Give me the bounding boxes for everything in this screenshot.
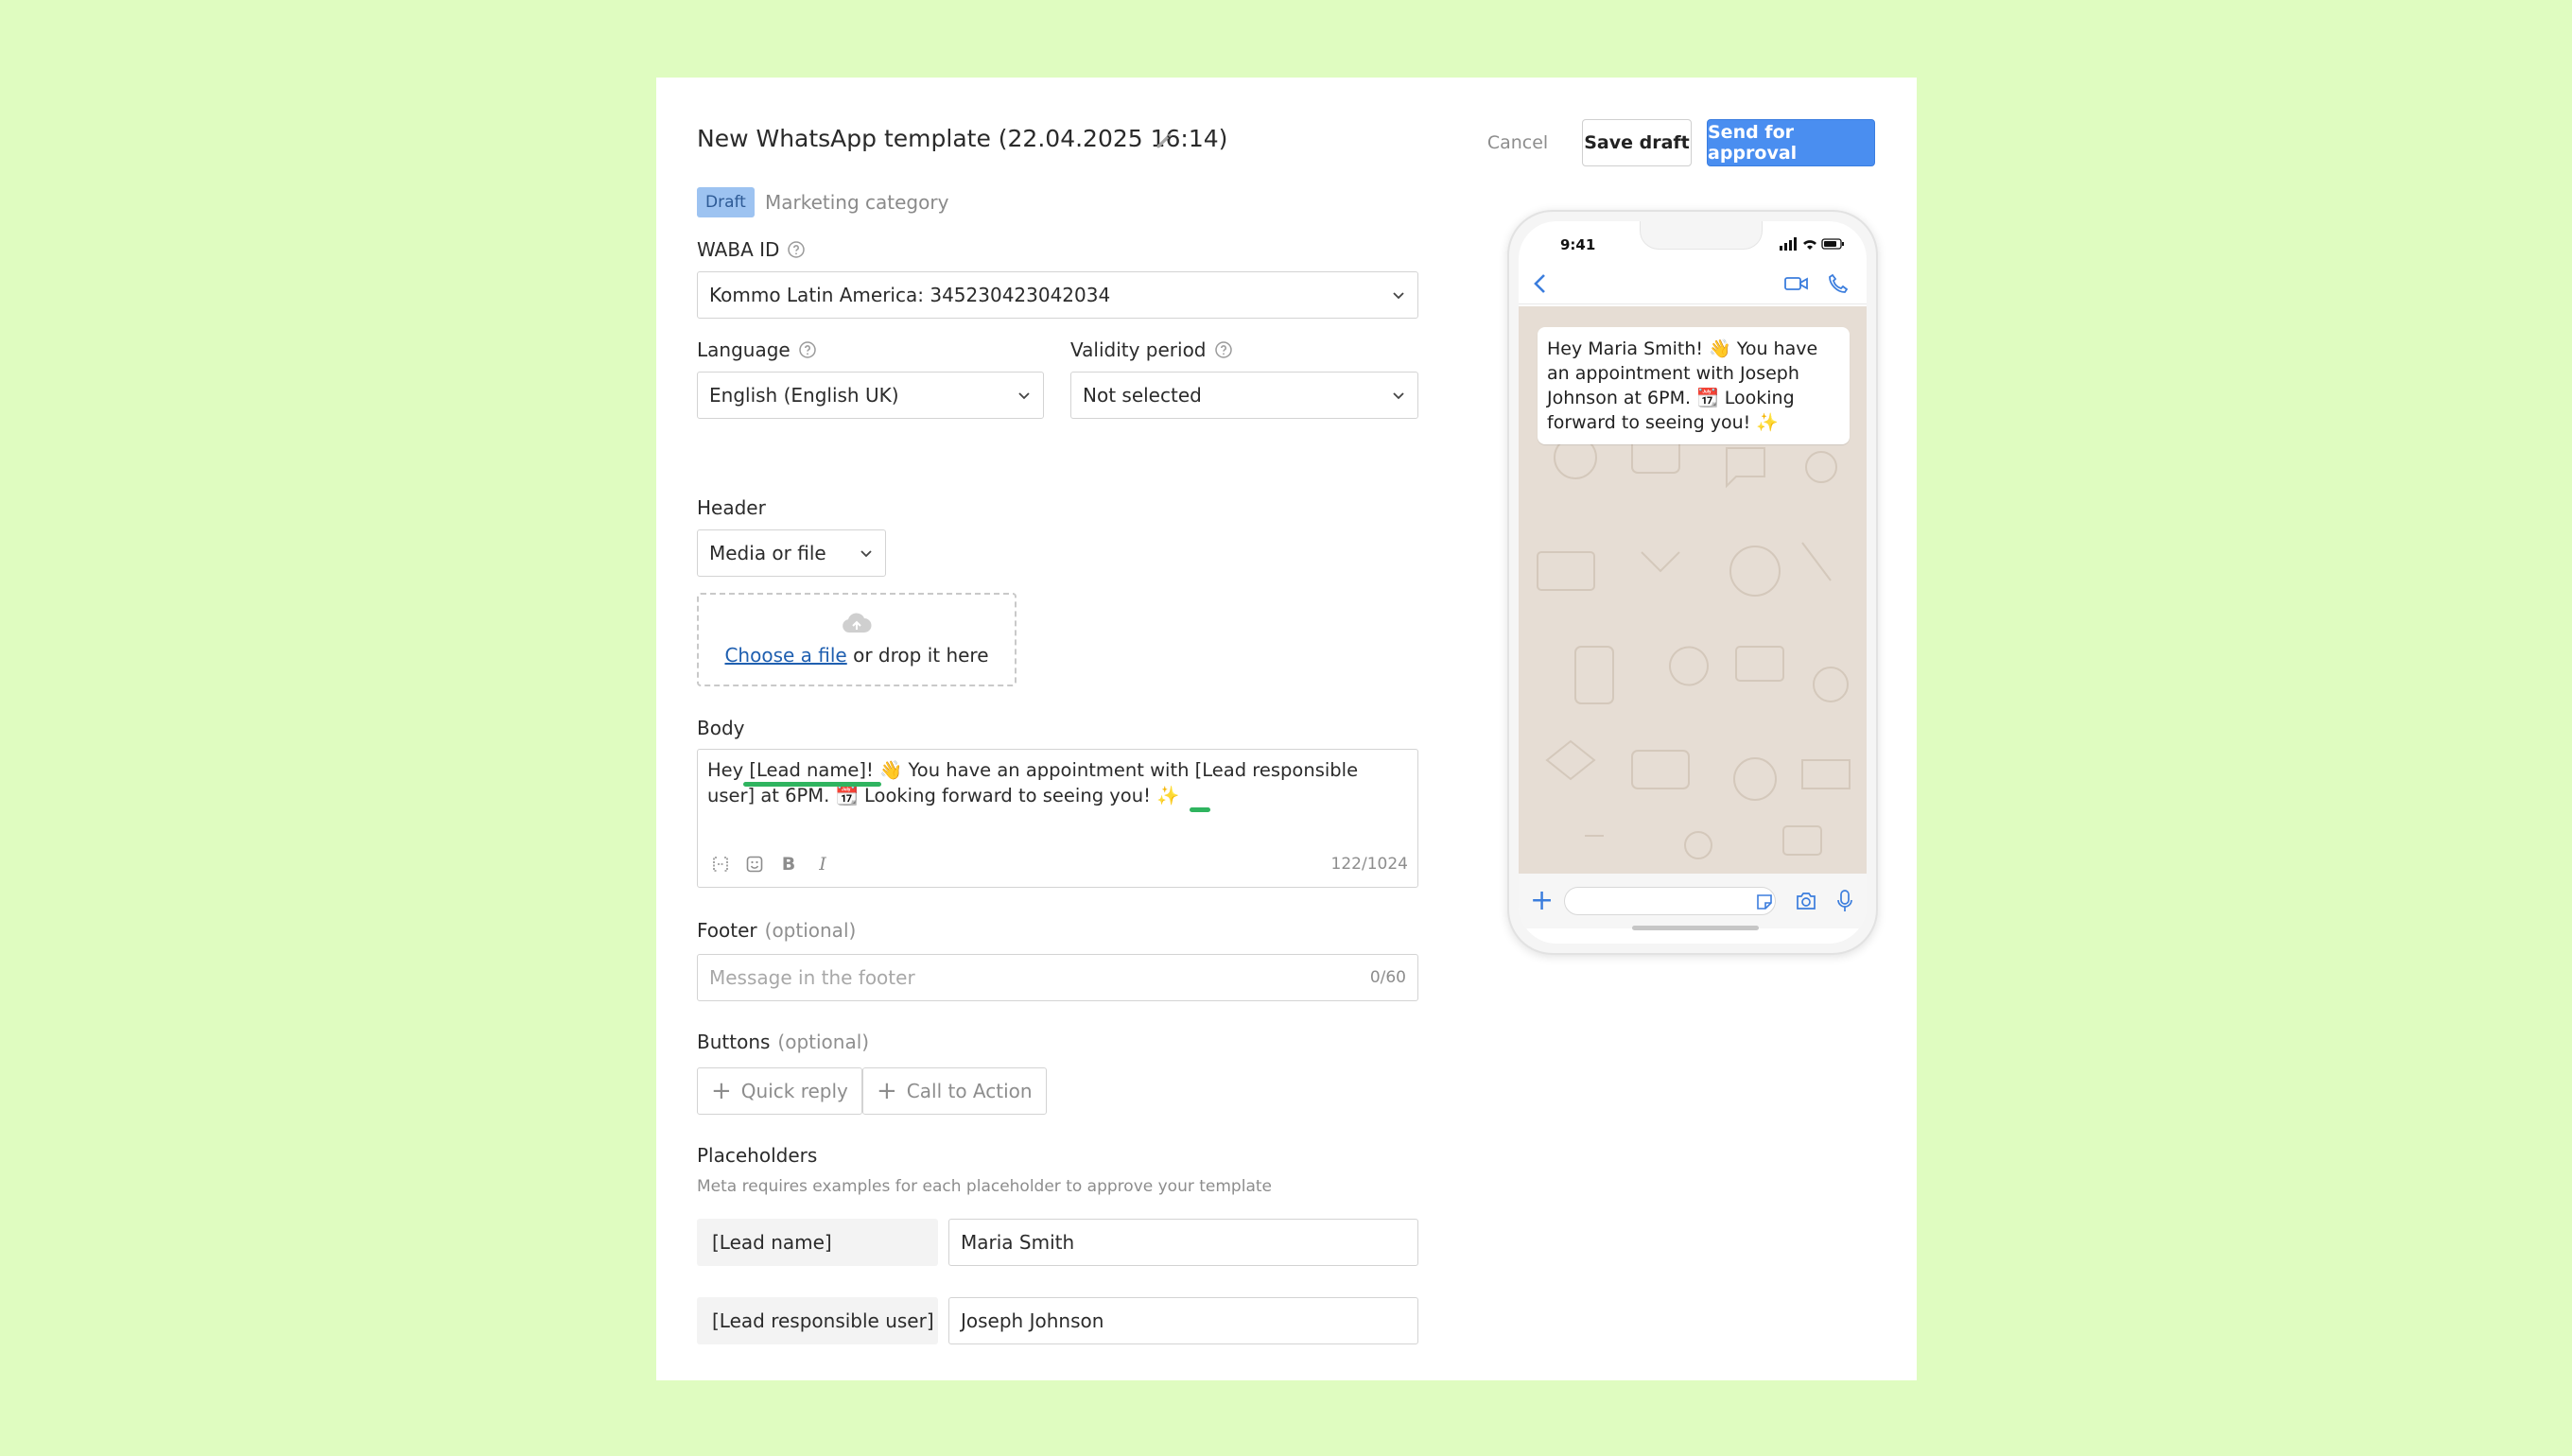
body-text-segment: ! 👋 You have an appointment with: [865, 759, 1195, 781]
message-bubble: Hey Maria Smith! 👋 You have an appointme…: [1538, 327, 1850, 444]
body-text-segment: at 6PM. 📆 Looking forward to seeing you!…: [755, 785, 1180, 806]
header-label: Header: [697, 496, 766, 519]
optional-tag: (optional): [777, 1031, 870, 1053]
waba-id-label: WABA ID: [697, 238, 806, 261]
waba-id-label-text: WABA ID: [697, 238, 780, 261]
template-editor-card: New WhatsApp template (22.04.2025 16:14)…: [656, 78, 1917, 1380]
quick-reply-button[interactable]: + Quick reply: [697, 1067, 862, 1115]
dropzone-text: Choose a file or drop it here: [699, 644, 1015, 667]
header-type-select[interactable]: Media or file: [697, 529, 886, 577]
help-icon[interactable]: [1214, 340, 1233, 359]
plus-icon: +: [877, 1077, 897, 1105]
validity-label-text: Validity period: [1070, 338, 1207, 361]
save-draft-button[interactable]: Save draft: [1582, 119, 1692, 166]
call-to-action-button[interactable]: + Call to Action: [862, 1067, 1047, 1115]
back-arrow-icon[interactable]: [1532, 272, 1549, 295]
footer-char-counter: 0/60: [1369, 968, 1406, 987]
bold-button[interactable]: B: [777, 853, 800, 875]
chevron-down-icon: [1393, 392, 1404, 400]
body-text-segment: Hey: [707, 759, 750, 781]
optional-tag: (optional): [764, 919, 857, 942]
status-time: 9:41: [1560, 236, 1596, 253]
phone-screen: 9:41 Hey Maria Smith! 👋 You have an appo…: [1519, 221, 1867, 944]
placeholder-key-lead-name: [Lead name]: [697, 1219, 938, 1266]
footer-label-text: Footer: [697, 919, 757, 942]
language-value: English (English UK): [709, 384, 899, 407]
chat-header: [1519, 263, 1867, 304]
microphone-icon[interactable]: [1836, 889, 1853, 913]
placeholder-example-value: Joseph Johnson: [961, 1309, 1104, 1332]
chat-message-input[interactable]: [1564, 887, 1776, 915]
waba-id-select[interactable]: Kommo Latin America: 345230423042034: [697, 271, 1418, 319]
placeholder-example-input[interactable]: Joseph Johnson: [948, 1297, 1418, 1344]
chevron-down-icon: [1393, 292, 1404, 300]
footer-label: Footer (optional): [697, 919, 856, 942]
drop-hint: or drop it here: [853, 644, 989, 667]
camera-icon[interactable]: [1795, 891, 1817, 911]
chevron-down-icon: [860, 550, 872, 558]
placeholder-key-lead-responsible-user: [Lead responsible user]: [697, 1297, 938, 1344]
waba-id-value: Kommo Latin America: 345230423042034: [709, 284, 1111, 306]
buttons-label-text: Buttons: [697, 1031, 771, 1053]
plus-icon: +: [711, 1077, 732, 1105]
body-label: Body: [697, 717, 745, 739]
validity-period-select[interactable]: Not selected: [1070, 372, 1418, 419]
validity-value: Not selected: [1083, 384, 1202, 407]
placeholder-lead-name[interactable]: [Lead name]: [749, 759, 866, 781]
language-label: Language: [697, 338, 817, 361]
pencil-icon[interactable]: [1154, 130, 1174, 151]
italic-button[interactable]: I: [811, 853, 834, 875]
cancel-button[interactable]: Cancel: [1477, 119, 1558, 166]
sticker-icon[interactable]: [1755, 893, 1774, 911]
emoji-sticker-icon[interactable]: [743, 853, 766, 875]
placeholder-example-value: Maria Smith: [961, 1231, 1075, 1254]
footer-input[interactable]: Message in the footer 0/60: [697, 954, 1418, 1001]
call-to-action-label: Call to Action: [906, 1080, 1033, 1102]
quick-reply-label: Quick reply: [740, 1080, 848, 1102]
chevron-down-icon: [1018, 392, 1030, 400]
phone-preview: 9:41 Hey Maria Smith! 👋 You have an appo…: [1507, 210, 1878, 955]
page-title: New WhatsApp template (22.04.2025 16:14): [697, 125, 1228, 152]
phone-call-icon[interactable]: [1827, 272, 1850, 295]
signal-wifi-battery-icon: [1780, 237, 1844, 251]
category-label: Marketing category: [765, 191, 949, 214]
language-label-text: Language: [697, 338, 791, 361]
send-for-approval-button[interactable]: Send for approval: [1707, 119, 1875, 166]
chat-area: Hey Maria Smith! 👋 You have an appointme…: [1519, 306, 1867, 874]
body-toolbar: B I: [709, 853, 834, 875]
body-editor[interactable]: Hey [Lead name]! 👋 You have an appointme…: [697, 749, 1418, 888]
choose-file-link[interactable]: Choose a file: [724, 644, 846, 667]
file-dropzone[interactable]: Choose a file or drop it here: [697, 593, 1017, 686]
insert-placeholder-icon[interactable]: [709, 853, 732, 875]
footer-placeholder: Message in the footer: [709, 966, 915, 989]
help-icon[interactable]: [787, 240, 806, 259]
buttons-label: Buttons (optional): [697, 1031, 869, 1053]
placeholders-label: Placeholders: [697, 1144, 818, 1167]
status-badge: Draft: [697, 187, 755, 217]
header-type-value: Media or file: [709, 542, 826, 564]
body-char-counter: 122/1024: [1330, 855, 1408, 874]
phone-notch: [1640, 221, 1763, 250]
chat-input-bar: +: [1519, 874, 1867, 928]
validity-label: Validity period: [1070, 338, 1233, 361]
video-call-icon[interactable]: [1783, 274, 1810, 293]
home-indicator: [1632, 926, 1759, 930]
attach-plus-icon[interactable]: +: [1530, 887, 1554, 915]
body-text[interactable]: Hey [Lead name]! 👋 You have an appointme…: [707, 757, 1380, 808]
placeholder-example-input[interactable]: Maria Smith: [948, 1219, 1418, 1266]
placeholders-hint: Meta requires examples for each placehol…: [697, 1177, 1272, 1196]
cloud-upload-icon: [843, 613, 872, 633]
language-select[interactable]: English (English UK): [697, 372, 1044, 419]
help-icon[interactable]: [798, 340, 817, 359]
